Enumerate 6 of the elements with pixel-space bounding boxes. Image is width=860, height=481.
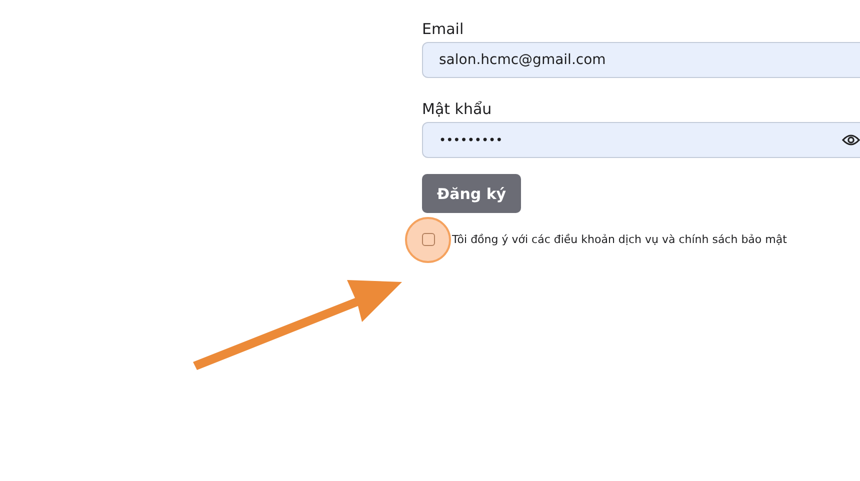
terms-label: Tôi đồng ý với các điều khoản dịch vụ và chính sách bảo mật <box>452 233 787 246</box>
email-field[interactable]: salon.hcmc@gmail.com <box>422 42 860 78</box>
password-field[interactable]: ••••••••• <box>422 122 860 158</box>
field-label: Email <box>422 19 464 39</box>
register-button[interactable]: Đăng ký <box>422 174 522 213</box>
field-label: Mật khẩu <box>422 99 492 119</box>
